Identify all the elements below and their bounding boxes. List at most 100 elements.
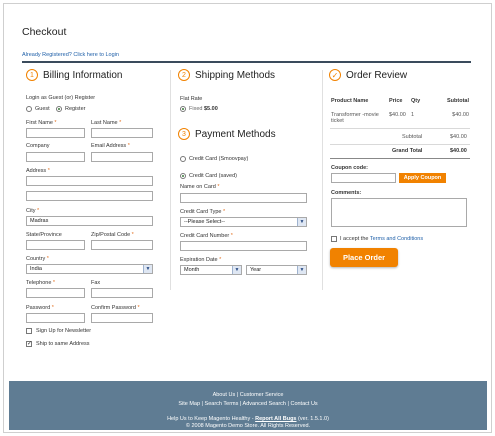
shipping-heading: 2 Shipping Methods [178,69,275,81]
chevron-down-icon: ▼ [232,266,241,274]
place-order-button[interactable]: Place Order [330,248,398,267]
footer-link-search-terms[interactable]: Search Terms [205,401,239,407]
apply-coupon-button[interactable]: Apply Coupon [399,173,446,183]
footer-links-primary: About Us | Customer Service [212,392,284,398]
product-subtotal: $40.00 [452,112,469,118]
column-header: Product Name [331,98,369,104]
city-label: City * [26,208,40,214]
comments-textarea[interactable] [331,198,467,227]
company-input[interactable] [26,152,85,162]
order-review-table: Product Name Price Qty Subtotal Transfor… [330,96,470,126]
name-on-card-label: Name on Card * [180,184,220,190]
chevron-down-icon: ▼ [143,265,152,273]
shipping-heading-text: Shipping Methods [195,69,276,81]
country-label: Country * [26,256,49,262]
terms-link[interactable]: Terms and Conditions [370,236,423,242]
state-label: State/Province [26,232,62,238]
payment-saved-label: Credit Card (saved) [189,173,237,179]
password-input[interactable] [26,313,85,323]
fax-input[interactable] [91,288,153,298]
payment-heading: 3 Payment Methods [178,128,276,140]
column-header: Price [389,98,403,104]
footer-link-advanced-search[interactable]: Advanced Search [243,401,286,407]
name-on-card-input[interactable] [180,193,307,203]
chevron-down-icon: ▼ [297,218,306,226]
zip-input[interactable] [91,240,153,250]
step-number-icon: 1 [26,69,38,81]
login-link[interactable]: Already Registered? Click here to Login [22,52,119,58]
ship-same-checkbox[interactable]: ✓ [26,341,32,347]
coupon-label: Coupon code: [331,165,368,171]
shipping-method-title: Flat Rate [180,96,203,102]
table-header-row: Product Name Price Qty Subtotal [330,96,470,110]
page-title: Checkout [22,26,67,38]
register-label: Register [65,106,86,112]
confirm-password-input[interactable] [91,313,153,323]
payment-saved-radio[interactable] [180,173,186,179]
address-label: Address * [26,168,50,174]
expiration-month-select[interactable]: Month ▼ [180,265,242,275]
country-select-value: India [30,266,42,272]
footer: About Us | Customer Service Site Map | S… [9,381,487,430]
last-name-input[interactable] [91,128,153,138]
divider [330,158,470,159]
billing-heading-text: Billing Information [43,69,123,81]
column-divider [170,70,171,290]
country-select[interactable]: India ▼ [26,264,153,274]
first-name-label: First Name * [26,120,57,126]
footer-help: Help Us to Keep Magento Healthy - Report… [167,416,329,422]
guest-label: Guest [35,106,50,112]
column-divider [322,70,323,290]
divider [330,144,470,145]
state-input[interactable] [26,240,85,250]
footer-link-customer-service[interactable]: Customer Service [240,392,284,398]
review-heading-text: Order Review [346,69,408,81]
divider [330,128,470,129]
terms-label: I accept the Terms and Conditions [340,236,424,242]
telephone-input[interactable] [26,288,85,298]
register-radio[interactable] [56,106,62,112]
footer-link-sitemap[interactable]: Site Map [178,401,200,407]
login-prompt: Login as Guest (or) Register [26,95,96,101]
subtotal-label: Subtotal [402,134,423,140]
shipping-method-option: Fixed $5.00 [189,106,218,112]
column-header: Qty [411,98,421,104]
email-label: Email Address * [91,143,130,149]
card-number-input[interactable] [180,241,307,251]
review-heading: ✓ Order Review [329,69,407,81]
report-bugs-link[interactable]: Report All Bugs [255,416,296,422]
step-number-icon: 3 [178,128,190,140]
card-type-select[interactable]: --Please Select-- ▼ [180,217,307,227]
column-header: Subtotal [447,98,469,104]
shipping-method-radio[interactable] [180,106,186,112]
fax-label: Fax [91,280,101,286]
product-price: $40.00 [389,112,406,118]
year-select-value: Year [250,267,262,273]
footer-link-about[interactable]: About Us [213,392,236,398]
card-type-select-value: --Please Select-- [184,219,225,225]
city-input[interactable] [26,216,153,226]
footer-link-contact[interactable]: Contact Us [290,401,317,407]
comments-label: Comments: [331,190,362,196]
terms-checkbox[interactable] [331,236,337,242]
newsletter-checkbox[interactable] [26,328,32,334]
zip-label: Zip/Postal Code * [91,232,134,238]
payment-smoovpay-radio[interactable] [180,156,186,162]
guest-radio[interactable] [26,106,32,112]
table-row: Transformer -movie ticket $40.00 1 $40.0… [330,110,470,126]
ship-same-label: Ship to same Address [36,341,90,347]
footer-links-secondary: Site Map | Search Terms | Advanced Searc… [178,401,318,407]
address-line1-input[interactable] [26,176,153,186]
newsletter-label: Sign Up for Newsletter [36,328,92,334]
coupon-input[interactable] [331,173,396,183]
expiration-year-select[interactable]: Year ▼ [246,265,307,275]
grand-total-label: Grand Total [392,148,423,154]
address-line2-input[interactable] [26,191,153,201]
last-name-label: Last Name * [91,120,122,126]
grand-total-value: $40.00 [450,148,467,154]
checkmark-icon: ✓ [329,69,341,81]
email-input[interactable] [91,152,153,162]
expiration-label: Expiration Date * [180,257,222,263]
payment-heading-text: Payment Methods [195,128,276,140]
first-name-input[interactable] [26,128,85,138]
